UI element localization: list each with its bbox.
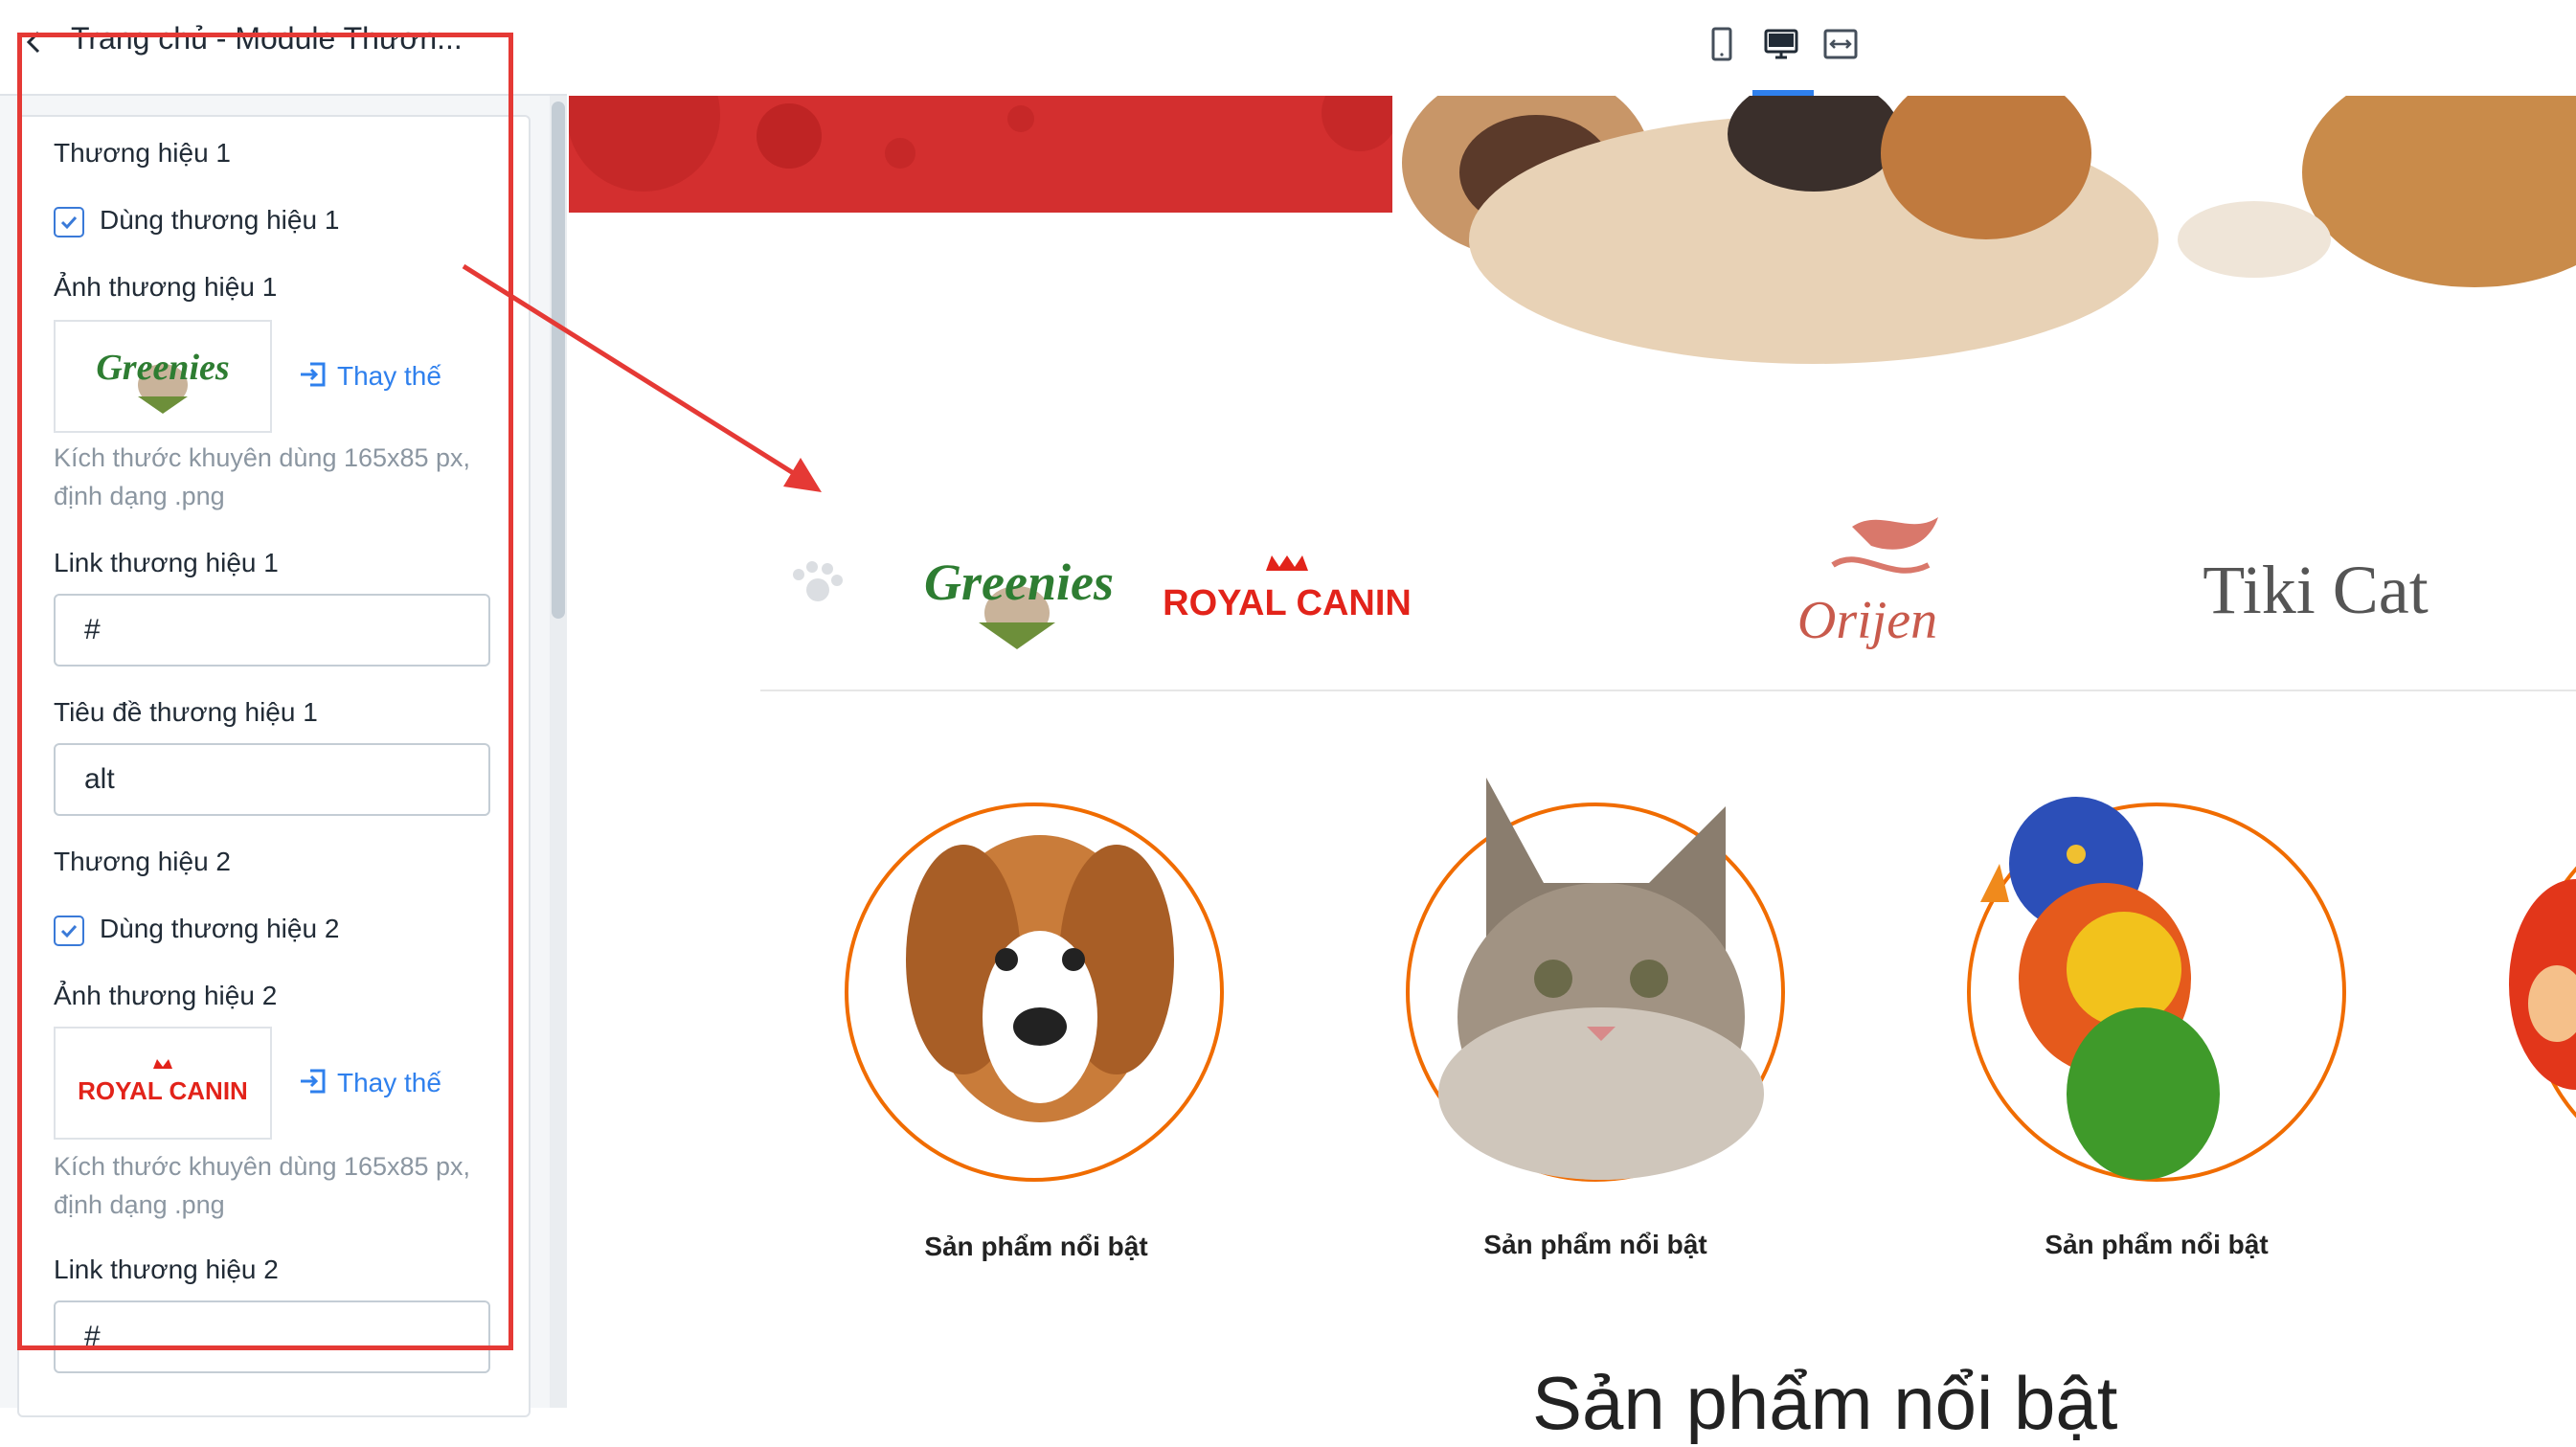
brand1-size-hint: Kích thước khuyên dùng 165x85 px, định d… [54,443,471,510]
sidebar-header: Trang chủ - Module Thươn... [0,0,567,96]
settings-sidebar: Trang chủ - Module Thươn... Thương hiệu … [0,0,567,1417]
brand-logo-greenies[interactable]: Greenies [924,554,1114,649]
brand2-link-field[interactable] [54,1300,490,1373]
brand-logo-tiki-cat[interactable]: Tiki Cat [2203,552,2428,628]
category-label-2[interactable]: Sản phẩm nổi bật [1394,1230,1796,1260]
fullwidth-icon[interactable] [1821,25,1860,63]
category-label-3[interactable]: Sản phẩm nổi bật [1955,1230,2358,1260]
category-circle-partial[interactable] [2490,803,2576,1182]
brand1-image-label: Ảnh thương hiệu 1 [54,272,278,302]
brand2-section-label: Thương hiệu 2 [54,847,231,876]
brand1-enable-checkbox[interactable] [54,207,84,237]
brand-strip-divider [760,690,2576,691]
replace-icon [301,1069,326,1094]
checkmark-icon [60,215,78,230]
brand2-image-thumbnail: ROYAL CANIN [54,1027,272,1140]
brand1-title-label: Tiêu đề thương hiệu 1 [54,697,318,727]
brand-logo-royal-canin[interactable]: ROYAL CANIN [1163,555,1412,623]
device-toolbar [569,0,2576,96]
sidebar-scroll-thumb[interactable] [552,102,565,619]
mobile-icon[interactable] [1703,25,1741,63]
svg-text:ROYAL CANIN: ROYAL CANIN [1163,583,1412,623]
paw-icon [793,561,843,601]
category-circle-dog[interactable] [845,803,1224,1182]
brand1-replace-link[interactable]: Thay thế [299,360,441,392]
brand-logo-strip: Greenies ROYAL CANIN Orijen Tiki Cat [760,479,2576,690]
brand1-enable-label: Dùng thương hiệu 1 [100,205,340,235]
category-circle-parrot[interactable] [1967,797,2346,1182]
checkmark-icon [60,924,78,938]
sidebar-title: Trang chủ - Module Thươn... [71,21,463,56]
hero-banner [569,96,2576,364]
back-arrow-icon[interactable] [17,23,52,61]
brand1-section-label: Thương hiệu 1 [54,138,231,168]
brand1-link-field[interactable] [54,594,490,667]
svg-text:Orijen: Orijen [1797,591,1937,650]
brand2-enable-checkbox[interactable] [54,916,84,946]
brand1-replace-label: Thay thế [337,361,441,391]
category-circle-cat[interactable] [1406,778,1785,1182]
brand2-enable-label: Dùng thương hiệu 2 [100,914,340,943]
brand2-replace-label: Thay thế [337,1068,441,1097]
brand1-title-field[interactable] [54,743,490,816]
featured-products-heading: Sản phẩm nổi bật [1532,1361,2118,1445]
brand1-link-label: Link thương hiệu 1 [54,548,279,577]
brand-logo-orijen[interactable]: Orijen [1797,517,1938,650]
replace-icon [301,362,326,387]
brand2-link-label: Link thương hiệu 2 [54,1255,279,1284]
desktop-icon[interactable] [1762,25,1800,63]
category-label-1[interactable]: Sản phẩm nổi bật [835,1232,1237,1262]
brand1-thumb-text: Greenies [96,348,229,388]
brand2-size-hint: Kích thước khuyên dùng 165x85 px, định d… [54,1152,471,1219]
svg-text:Tiki Cat: Tiki Cat [2203,552,2428,628]
brand2-replace-link[interactable]: Thay thế [299,1067,441,1098]
brand2-link-input[interactable] [56,1302,488,1371]
svg-text:Greenies: Greenies [924,554,1114,611]
brand2-thumb-text: ROYAL CANIN [78,1076,248,1105]
brand2-image-label: Ảnh thương hiệu 2 [54,981,278,1010]
brand1-title-input[interactable] [56,745,488,814]
brand1-link-input[interactable] [56,596,488,665]
brand1-image-thumbnail: Greenies [54,320,272,433]
